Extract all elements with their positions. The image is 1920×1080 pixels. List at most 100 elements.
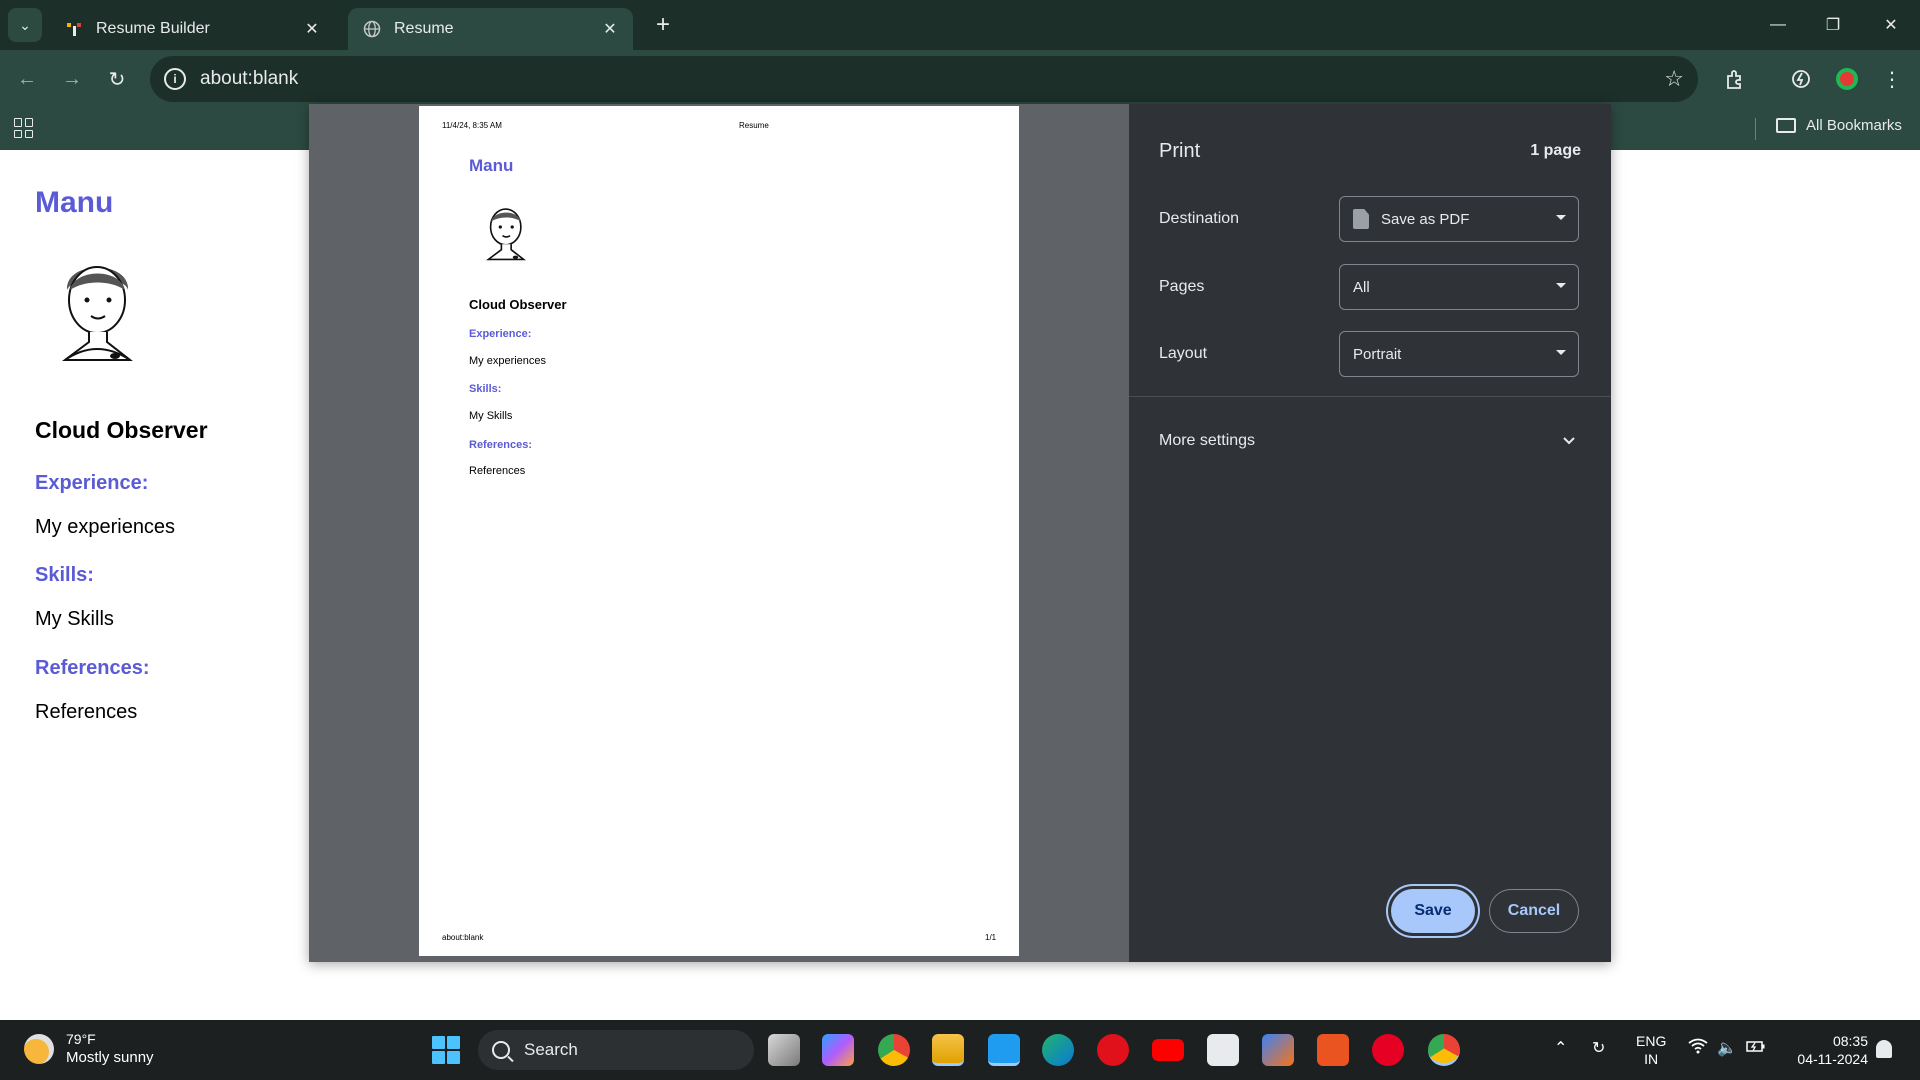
layout-value: Portrait: [1353, 345, 1402, 363]
opera-icon[interactable]: [1097, 1034, 1129, 1066]
preview-footer-url: about:blank: [442, 933, 484, 942]
preview-job-title: Cloud Observer: [469, 297, 567, 312]
clock-date: 04-11-2024: [1797, 1051, 1868, 1067]
skills-text: My Skills: [35, 608, 114, 630]
wifi-icon[interactable]: [1688, 1038, 1708, 1059]
weather-condition: Mostly sunny: [66, 1049, 154, 1066]
close-window-button[interactable]: ✕: [1871, 10, 1911, 40]
preview-skills-text: My Skills: [469, 410, 513, 422]
dropdown-caret-icon: [1556, 350, 1566, 355]
youtube-icon[interactable]: [1152, 1039, 1184, 1061]
notification-bell-icon[interactable]: [1876, 1040, 1892, 1058]
destination-select[interactable]: Save as PDF: [1339, 196, 1579, 242]
experience-text: My experiences: [35, 516, 176, 538]
performance-icon[interactable]: [1786, 64, 1816, 94]
notepad-icon[interactable]: [1207, 1034, 1239, 1066]
page-count: 1 page: [1530, 142, 1581, 159]
show-hidden-icons-icon[interactable]: ⌃: [1554, 1038, 1567, 1058]
weather-sun-icon: [24, 1034, 54, 1064]
print-dialog: 11/4/24, 8:35 AM Resume Manu Cloud Obser…: [309, 104, 1611, 962]
app-favicon-icon: [64, 19, 84, 39]
taskbar-search[interactable]: Search: [478, 1030, 754, 1070]
save-button[interactable]: Save: [1391, 889, 1475, 933]
preview-references-text: References: [469, 465, 526, 477]
ubuntu-icon[interactable]: [1317, 1034, 1349, 1066]
restore-button[interactable]: ❐: [1813, 10, 1853, 40]
address-text: about:blank: [200, 68, 299, 89]
document-icon: [1353, 209, 1369, 229]
site-info-icon[interactable]: i: [164, 68, 186, 90]
pages-value: All: [1353, 278, 1370, 296]
settings-divider: [1129, 396, 1611, 397]
tab-title: Resume: [394, 20, 454, 37]
volume-icon[interactable]: 🔈: [1717, 1038, 1737, 1058]
preview-name: Manu: [469, 156, 514, 175]
resume-name: Manu: [35, 186, 114, 219]
forward-button[interactable]: →: [57, 64, 87, 94]
skills-heading: Skills:: [35, 564, 94, 586]
folder-icon: [1776, 118, 1796, 133]
clock-time: 08:35: [1832, 1033, 1868, 1049]
tab-title: Resume Builder: [96, 20, 210, 37]
lang-line1: ENG: [1636, 1033, 1667, 1049]
profile-avatar[interactable]: [1832, 64, 1862, 94]
copilot-icon[interactable]: [822, 1034, 854, 1066]
layout-select[interactable]: Portrait: [1339, 331, 1579, 377]
extensions-icon[interactable]: [1720, 64, 1750, 94]
preview-avatar-illustration: [485, 208, 526, 261]
microsoft-store-icon[interactable]: [1262, 1034, 1294, 1066]
destination-value: Save as PDF: [1381, 210, 1470, 228]
print-title: Print: [1159, 140, 1201, 162]
lang-line2: IN: [1644, 1051, 1659, 1067]
chevron-down-icon: ⌄: [19, 16, 31, 33]
tab-search-button[interactable]: ⌄: [8, 8, 42, 42]
bookmark-star-icon[interactable]: ☆: [1664, 66, 1684, 92]
close-tab-icon[interactable]: ✕: [599, 18, 621, 40]
file-explorer-icon[interactable]: [932, 1034, 964, 1066]
start-button[interactable]: [432, 1036, 460, 1064]
search-icon: [492, 1041, 510, 1059]
cancel-button[interactable]: Cancel: [1489, 889, 1579, 933]
weather-widget[interactable]: 79°F Mostly sunny: [24, 1030, 154, 1068]
apps-grid-icon[interactable]: [14, 118, 34, 138]
vscode-icon[interactable]: [988, 1034, 1020, 1066]
preview-sheet: 11/4/24, 8:35 AM Resume Manu Cloud Obser…: [419, 106, 1019, 956]
references-text: References: [35, 701, 138, 723]
pinterest-icon[interactable]: [1372, 1034, 1404, 1066]
all-bookmarks-label: All Bookmarks: [1806, 117, 1902, 134]
references-heading: References:: [35, 657, 150, 679]
tab-resume[interactable]: Resume ✕: [348, 8, 633, 50]
all-bookmarks-button[interactable]: All Bookmarks: [1776, 117, 1902, 134]
language-indicator[interactable]: ENG IN: [1636, 1032, 1666, 1068]
browser-toolbar: ← → ↻ i about:blank ☆ ⋮: [0, 50, 1920, 108]
dropdown-caret-icon: [1556, 283, 1566, 288]
dropdown-caret-icon: [1556, 215, 1566, 220]
bookmarks-divider: [1755, 118, 1756, 140]
new-tab-button[interactable]: +: [650, 11, 676, 38]
address-bar[interactable]: i about:blank ☆: [150, 56, 1698, 102]
windows-taskbar: 79°F Mostly sunny Search ⌃ ↻ ENG IN 🔈 08…: [0, 1020, 1920, 1080]
globe-icon: [362, 19, 382, 39]
more-settings-toggle[interactable]: More settings: [1159, 432, 1255, 450]
preview-footer-page: 1/1: [985, 933, 997, 942]
battery-icon[interactable]: [1746, 1038, 1766, 1059]
tab-resume-builder[interactable]: Resume Builder ✕: [50, 8, 335, 50]
chevron-down-icon[interactable]: [1561, 432, 1577, 453]
close-tab-icon[interactable]: ✕: [301, 18, 323, 40]
taskbar-search-label: Search: [524, 1040, 578, 1059]
pages-select[interactable]: All: [1339, 264, 1579, 310]
print-preview-area[interactable]: 11/4/24, 8:35 AM Resume Manu Cloud Obser…: [309, 104, 1129, 962]
system-clock[interactable]: 08:35 04-11-2024: [1786, 1032, 1868, 1068]
sync-icon[interactable]: ↻: [1592, 1038, 1605, 1058]
back-button[interactable]: ←: [12, 64, 42, 94]
reload-button[interactable]: ↻: [102, 64, 132, 94]
preview-skills-heading: Skills:: [469, 383, 502, 395]
weather-temp: 79°F: [66, 1031, 96, 1047]
edge-icon[interactable]: [1042, 1034, 1074, 1066]
menu-dots-icon[interactable]: ⋮: [1877, 64, 1907, 94]
minimize-button[interactable]: —: [1758, 10, 1798, 40]
preview-header-date: 11/4/24, 8:35 AM: [442, 121, 502, 130]
chrome-active-icon[interactable]: [1428, 1034, 1460, 1066]
task-view-icon[interactable]: [768, 1034, 800, 1066]
chrome-icon[interactable]: [878, 1034, 910, 1066]
